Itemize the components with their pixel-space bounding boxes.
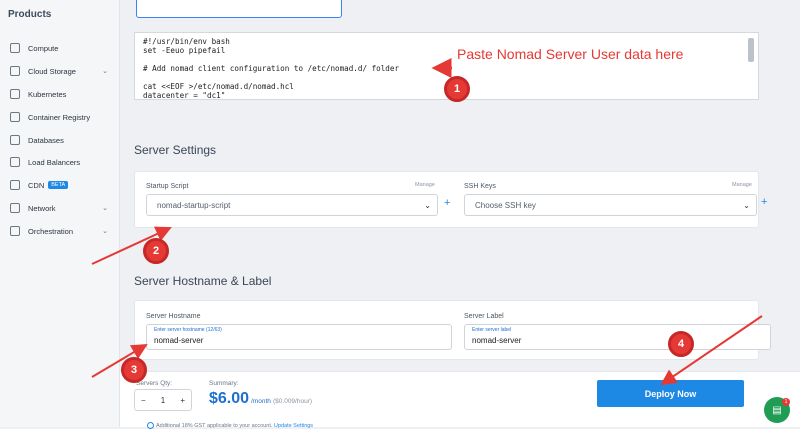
annotation-badge-3: 3 [121,357,147,383]
annotation-arrows [91,58,763,386]
annotation-badge-1: 1 [444,76,470,102]
annotation-badge-2: 2 [143,238,169,264]
annotation-text: Paste Nomad Server User data here [457,46,684,62]
annotation-badge-4: 4 [668,331,694,357]
